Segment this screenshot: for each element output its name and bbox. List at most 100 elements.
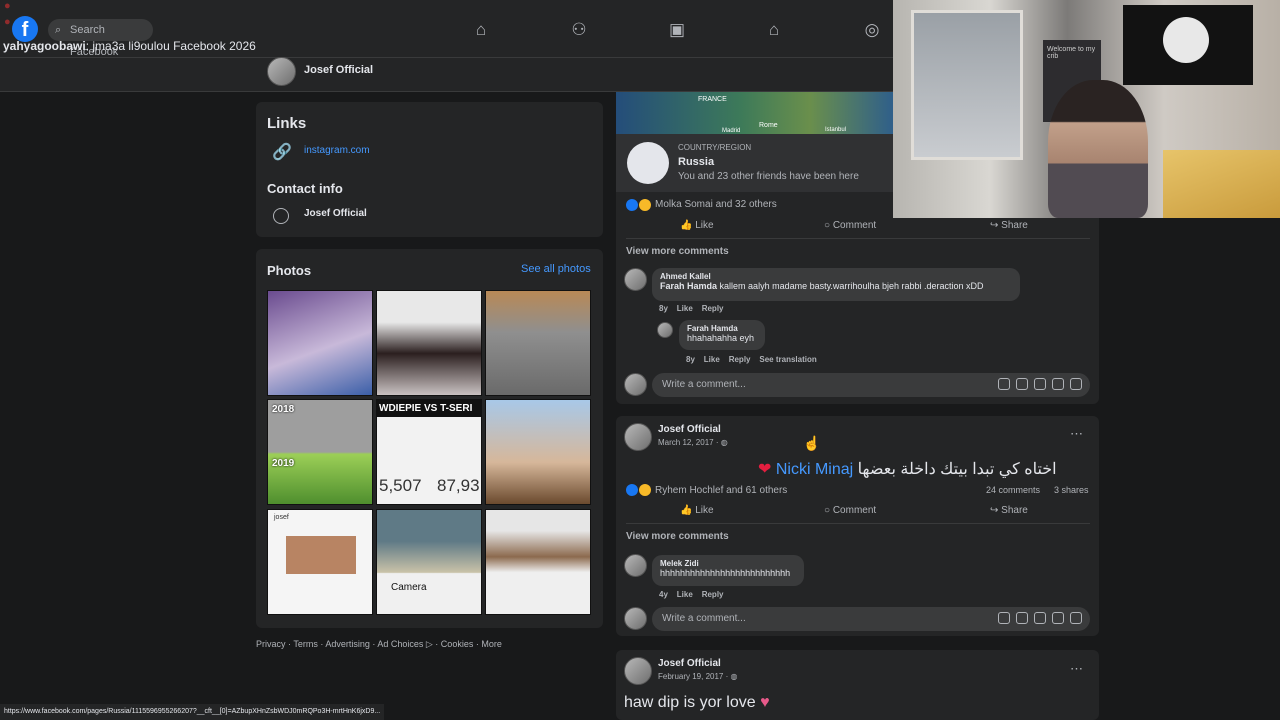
photo-thumb[interactable]: Camera — [376, 509, 482, 615]
divider — [626, 238, 1090, 239]
home-icon[interactable]: ⌂ — [471, 20, 491, 40]
link-icon: 🔗 — [272, 144, 292, 161]
share-icon: ↪ — [990, 220, 1002, 231]
photo-year-label: 2018 — [272, 404, 295, 415]
chat-message: yahyagoobawi: jma3a li9oulou Facebook 20… — [3, 39, 256, 53]
like-button[interactable]: 👍 Like — [680, 220, 714, 231]
search-icon: ⌕ — [55, 24, 62, 36]
write-comment-input[interactable]: Write a comment... — [652, 607, 1090, 631]
gaming-icon[interactable]: ◎ — [862, 20, 882, 40]
sticker-icon[interactable] — [1070, 612, 1082, 625]
haha-reaction-icon — [639, 199, 651, 211]
photo-thumb[interactable] — [485, 290, 591, 396]
chat-overlay-fragment: ● — [4, 16, 11, 28]
photo-thumb[interactable] — [485, 509, 591, 615]
thumbs-up-icon: 👍 — [680, 505, 696, 516]
emoji-icon[interactable] — [1016, 378, 1028, 391]
photo-thumb[interactable]: WDIEPIE VS T-SERI 5,507 87,93 — [376, 399, 482, 505]
comment-icon: ○ — [824, 505, 833, 516]
post-author[interactable]: Josef Official — [658, 658, 721, 669]
instagram-link[interactable]: instagram.com — [304, 145, 370, 156]
sticker-icon[interactable] — [1070, 378, 1082, 391]
view-more-comments[interactable]: View more comments — [626, 531, 729, 542]
contact-name[interactable]: Josef Official — [304, 208, 367, 219]
photo-thumb[interactable]: josef — [267, 509, 373, 615]
haha-reaction-icon — [639, 484, 651, 496]
links-title: Links — [267, 115, 307, 132]
post-author[interactable]: Josef Official — [658, 424, 721, 435]
status-url-bar: https://www.facebook.com/pages/Russia/11… — [0, 704, 385, 720]
post-date[interactable]: February 19, 2017 · ◍ — [658, 672, 737, 681]
contact-info-title: Contact info — [267, 181, 343, 196]
reaction-summary[interactable]: Ryhem Hochlef and 61 others — [655, 485, 787, 496]
messenger-icon — [273, 208, 289, 224]
more-options-icon[interactable]: ⋯ — [1070, 426, 1083, 442]
region-name[interactable]: Russia — [678, 156, 714, 168]
photo-thumb[interactable] — [267, 290, 373, 396]
gif-icon[interactable] — [1052, 612, 1064, 625]
skull-emblem — [1163, 17, 1209, 63]
avatar — [624, 607, 647, 630]
search-input[interactable]: ⌕ Search Facebook — [48, 19, 153, 58]
map-image[interactable]: FRANCE Madrid Rome Istanbul — [616, 92, 893, 134]
comment-count[interactable]: 24 comments — [986, 485, 1040, 495]
avatar-sticker-icon[interactable] — [998, 378, 1010, 391]
emoji-icon[interactable] — [1016, 612, 1028, 625]
avatar[interactable] — [624, 554, 647, 577]
friends-icon[interactable]: ⚇ — [569, 20, 589, 40]
write-comment-input[interactable]: Write a comment... — [652, 373, 1090, 397]
avatar[interactable] — [624, 423, 652, 451]
share-count[interactable]: 3 shares — [1054, 485, 1089, 495]
comment-button[interactable]: ○ Comment — [824, 505, 876, 516]
comment-actions: 4y Like Reply — [659, 590, 724, 599]
chat-username: yahyagoobawi — [3, 39, 86, 53]
flag — [1123, 5, 1253, 85]
gif-icon[interactable] — [1052, 378, 1064, 391]
photo-thumb[interactable] — [376, 290, 482, 396]
comment-bubble: Ahmed Kallel Farah Hamda kallem aalyh ma… — [652, 268, 1020, 301]
more-options-icon[interactable]: ⋯ — [1070, 661, 1083, 677]
reply-bubble: Farah Hamda hhahahahha eyh — [679, 320, 765, 350]
avatar[interactable] — [624, 657, 652, 685]
bed — [1163, 150, 1280, 218]
heart-icon: ♥ — [760, 694, 770, 711]
chat-text: jma3a li9oulou Facebook 2026 — [92, 39, 256, 53]
post-text: haw dip is yor love ♥ — [624, 694, 770, 711]
avatar[interactable] — [267, 57, 296, 86]
marketplace-icon[interactable]: ⌂ — [764, 20, 784, 40]
thumbs-up-icon: 👍 — [680, 220, 696, 231]
watch-icon[interactable]: ▣ — [667, 20, 687, 40]
camera-icon[interactable] — [1034, 612, 1046, 625]
photo-thumb[interactable] — [485, 399, 591, 505]
like-button[interactable]: 👍 Like — [680, 505, 714, 516]
reaction-summary[interactable]: Molka Somai and 32 others — [655, 199, 777, 210]
post-date[interactable]: March 12, 2017 · ◍ — [658, 438, 728, 447]
comment-icon: ○ — [824, 220, 833, 231]
friends-been-here: You and 23 other friends have been here — [678, 171, 859, 182]
photo-thumb[interactable]: 2018 2019 — [267, 399, 373, 505]
see-all-photos-link[interactable]: See all photos — [521, 263, 591, 275]
feed-post — [616, 416, 1099, 636]
avatar[interactable] — [657, 322, 673, 338]
profile-name[interactable]: Josef Official — [304, 64, 373, 76]
avatar — [624, 373, 647, 396]
avatar[interactable] — [624, 268, 647, 291]
view-more-comments[interactable]: View more comments — [626, 246, 729, 257]
share-icon: ↪ — [990, 505, 1002, 516]
photos-title: Photos — [267, 263, 312, 278]
share-button[interactable]: ↪ Share — [990, 505, 1028, 516]
post-text: ❤ Nicki Minaj اختاه كي تبدا بيتك داخلة ب… — [758, 461, 1057, 478]
window-frame — [911, 10, 1023, 160]
footer-links[interactable]: Privacy · Terms · Advertising · Ad Choic… — [256, 639, 502, 650]
heart-icon: ❤ — [758, 461, 776, 478]
camera-icon[interactable] — [1034, 378, 1046, 391]
region-label: COUNTRY/REGION — [678, 143, 752, 152]
globe-icon: ◍ — [730, 672, 738, 681]
comment-actions: 8y Like Reply — [659, 304, 724, 313]
like-reaction-icon — [626, 484, 638, 496]
avatar-sticker-icon[interactable] — [998, 612, 1010, 625]
comment-button[interactable]: ○ Comment — [824, 220, 876, 231]
links-card: Links 🔗 instagram.com Contact info Josef… — [256, 102, 603, 237]
photo-year-label: 2019 — [272, 458, 295, 469]
share-button[interactable]: ↪ Share — [990, 220, 1028, 231]
